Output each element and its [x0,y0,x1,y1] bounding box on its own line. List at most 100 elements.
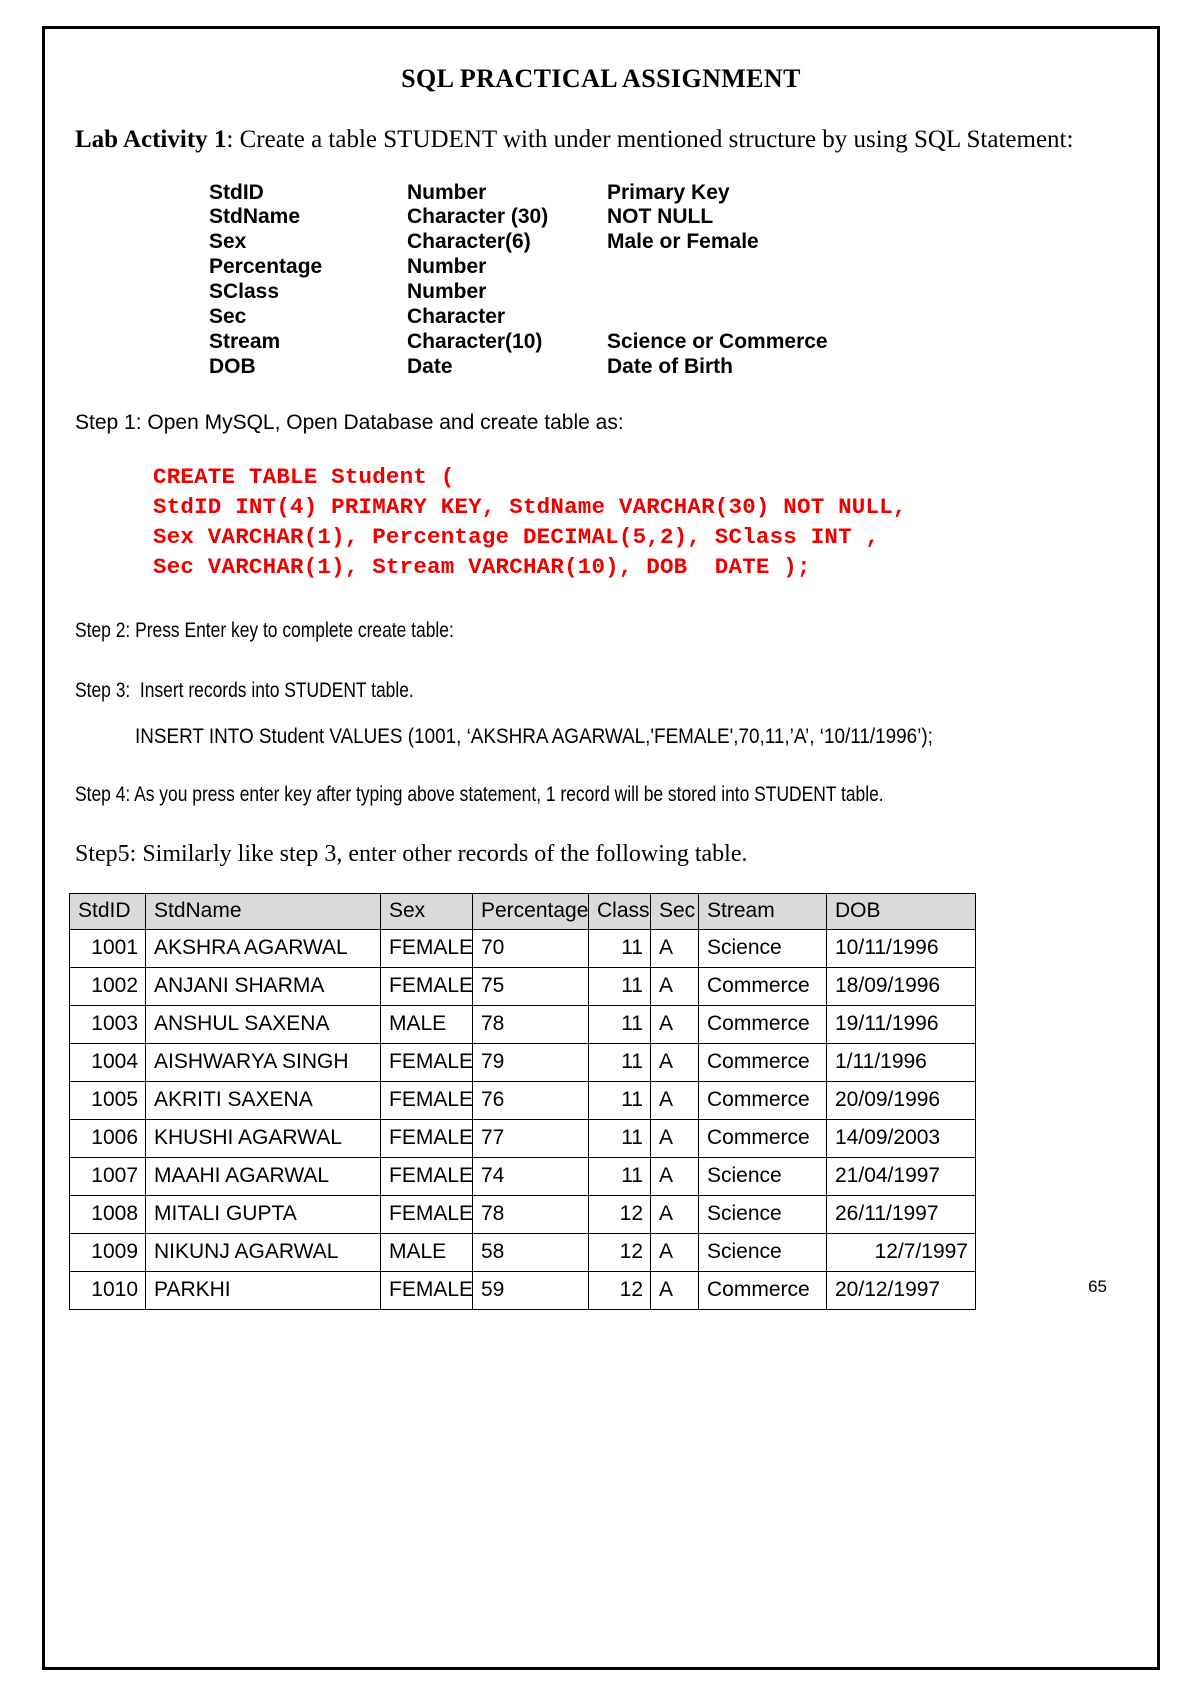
cell-sec: A [650,1157,699,1197]
cell-class: 11 [588,1157,651,1197]
structure-type: Number [407,180,487,204]
cell-stdid: 1008 [69,1195,146,1235]
cell-stdname: MAAHI AGARWAL [145,1157,381,1197]
structure-row: Sec Character [209,305,1133,330]
cell-dob: 20/12/1997 [826,1271,976,1311]
cell-stream: Commerce [698,1271,827,1311]
student-records-table: StdID StdName Sex Percentage Class Sec S… [69,893,976,1311]
cell-percentage: 78 [472,1195,589,1235]
cell-sex: FEMALE [380,1157,473,1197]
structure-type: Character [407,304,506,328]
structure-field: Stream [209,329,281,353]
cell-class: 12 [588,1195,651,1235]
structure-row: Percentage Number [209,255,1133,280]
cell-stdid: 1001 [69,929,146,969]
structure-field: SClass [209,280,280,304]
cell-stream: Science [698,1233,827,1273]
cell-sec: A [650,1043,699,1083]
cell-stdname: AKSHRA AGARWAL [145,929,381,969]
cell-stdname: NIKUNJ AGARWAL [145,1233,381,1273]
cell-dob: 26/11/1997 [826,1195,976,1235]
cell-dob: 18/09/1996 [826,967,976,1007]
page-title: SQL PRACTICAL ASSIGNMENT [401,64,801,93]
structure-row: StdName Character (30) NOT NULL [209,205,1133,230]
cell-stdid: 1006 [69,1119,146,1159]
cell-stream: Commerce [698,967,827,1007]
structure-type: Character(6) [407,230,531,254]
structure-row: Sex Character(6) Male or Female [209,230,1133,255]
cell-class: 12 [588,1271,651,1311]
cell-stream: Commerce [698,1081,827,1121]
cell-stdid: 1004 [69,1043,146,1083]
table-header-row: StdID StdName Sex Percentage Class Sec S… [69,893,976,931]
cell-sec: A [650,929,699,969]
cell-sex: FEMALE [380,1081,473,1121]
column-header-class: Class [588,893,651,931]
cell-class: 12 [588,1233,651,1273]
sql-insert-statement: INSERT INTO Student VALUES (1001, ‘AKSHR… [135,724,933,748]
table-row: 1004 AISHWARYA SINGH FEMALE 79 11 A Comm… [69,1043,976,1083]
column-header-percentage: Percentage [472,893,589,931]
page-number: 65 [1088,1277,1107,1296]
cell-stdid: 1009 [69,1233,146,1273]
cell-class: 11 [588,1081,651,1121]
table-row: 1001 AKSHRA AGARWAL FEMALE 70 11 A Scien… [69,929,976,969]
step-1-text: Step 1: Open MySQL, Open Database and cr… [75,410,624,434]
cell-sex: FEMALE [380,1195,473,1235]
cell-sex: FEMALE [380,929,473,969]
cell-class: 11 [588,1043,651,1083]
cell-stdid: 1005 [69,1081,146,1121]
cell-dob: 20/09/1996 [826,1081,976,1121]
cell-class: 11 [588,929,651,969]
table-row: 1007 MAAHI AGARWAL FEMALE 74 11 A Scienc… [69,1157,976,1197]
cell-sex: FEMALE [380,1043,473,1083]
structure-field: StdName [209,205,301,229]
cell-dob: 10/11/1996 [826,929,976,969]
structure-note [607,280,887,305]
table-structure-spec: StdID Number Primary Key StdName Charact… [209,181,1133,380]
cell-stdid: 1010 [69,1271,146,1311]
cell-stream: Science [698,929,827,969]
table-row: 1005 AKRITI SAXENA FEMALE 76 11 A Commer… [69,1081,976,1121]
cell-percentage: 59 [472,1271,589,1311]
cell-stdid: 1007 [69,1157,146,1197]
table-body: 1001 AKSHRA AGARWAL FEMALE 70 11 A Scien… [69,929,976,1311]
lab-activity-text: : Create a table STUDENT with under ment… [226,125,1074,153]
column-header-sec: Sec [650,893,699,931]
cell-stream: Science [698,1195,827,1235]
table-row: 1010 PARKHI FEMALE 59 12 A Commerce 20/1… [69,1271,976,1311]
cell-sec: A [650,1119,699,1159]
column-header-stdname: StdName [145,893,381,931]
column-header-sex: Sex [380,893,473,931]
cell-sex: MALE [380,1005,473,1045]
cell-sex: FEMALE [380,1271,473,1311]
column-header-stream: Stream [698,893,827,931]
lab-activity-paragraph: Lab Activity 1: Create a table STUDENT w… [75,124,1133,156]
structure-type: Number [407,255,487,279]
cell-dob: 14/09/2003 [826,1119,976,1159]
cell-sex: FEMALE [380,1119,473,1159]
cell-sex: FEMALE [380,967,473,1007]
table-row: 1002 ANJANI SHARMA FEMALE 75 11 A Commer… [69,967,976,1007]
cell-stdname: MITALI GUPTA [145,1195,381,1235]
cell-percentage: 74 [472,1157,589,1197]
cell-stdid: 1002 [69,967,146,1007]
cell-dob: 19/11/1996 [826,1005,976,1045]
table-row: 1003 ANSHUL SAXENA MALE 78 11 A Commerce… [69,1005,976,1045]
cell-stdid: 1003 [69,1005,146,1045]
structure-note [607,255,887,280]
cell-dob: 12/7/1997 [826,1233,976,1273]
structure-type: Character(10) [407,329,543,353]
structure-note: Date of Birth [607,354,733,378]
table-row: 1006 KHUSHI AGARWAL FEMALE 77 11 A Comme… [69,1119,976,1159]
cell-class: 11 [588,1119,651,1159]
column-header-dob: DOB [826,893,976,931]
structure-row: StdID Number Primary Key [209,181,1133,206]
structure-note: NOT NULL [607,205,714,229]
cell-stdname: ANSHUL SAXENA [145,1005,381,1045]
structure-note: Science or Commerce [607,329,828,353]
cell-percentage: 75 [472,967,589,1007]
cell-percentage: 76 [472,1081,589,1121]
step-3-text: Step 3: Insert records into STUDENT tabl… [75,678,414,702]
cell-percentage: 79 [472,1043,589,1083]
